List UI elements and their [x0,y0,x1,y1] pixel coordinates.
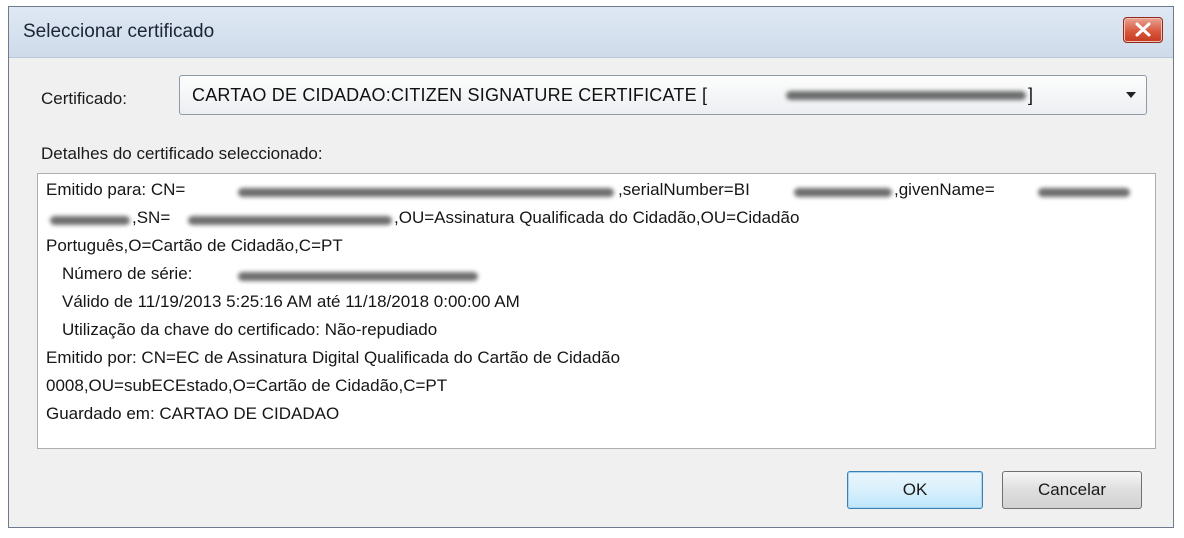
details-label: Detalhes do certificado seleccionado: [41,144,323,163]
issued-by-line-2: 0008,OU=subECEstado,O=Cartão de Cidadão,… [46,376,448,395]
redacted-certificate-id [786,91,1026,100]
serial-number-label: Número de série: [62,264,193,283]
cancel-button[interactable]: Cancelar [1002,471,1142,509]
close-button[interactable] [1123,17,1163,43]
issued-to-org: Português,O=Cartão de Cidadão,C=PT [46,236,343,255]
certificate-label: Certificado: [41,89,127,108]
redacted-surname [188,216,392,225]
issued-to-sn: ,SN= [132,208,171,227]
close-icon [1135,22,1151,37]
ok-button[interactable]: OK [847,471,983,509]
dialog-body: Certificado: CARTAO DE CIDADAO:CITIZEN S… [9,58,1173,527]
certificate-dropdown[interactable]: CARTAO DE CIDADAO:CITIZEN SIGNATURE CERT… [179,75,1147,115]
certificate-details-box[interactable]: Emitido para: CN= ,serialNumber=BI ,give… [37,173,1156,449]
key-usage-text: Utilização da chave do certificado: Não-… [62,320,438,339]
certificate-selected-value: CARTAO DE CIDADAO:CITIZEN SIGNATURE CERT… [192,85,708,105]
issued-to-ou: ,OU=Assinatura Qualificada do Cidadão,OU… [394,208,800,227]
window-title: Seleccionar certificado [23,21,215,42]
issued-to-given-name: ,givenName= [894,180,995,199]
certificate-value-suffix: ] [1028,85,1034,105]
select-certificate-dialog: Seleccionar certificado Certificado: CAR… [8,6,1174,528]
validity-text: Válido de 11/19/2013 5:25:16 AM até 11/1… [62,292,520,311]
title-bar: Seleccionar certificado [9,7,1173,58]
issued-to-prefix: Emitido para: CN= [46,180,186,199]
issued-to-serial: ,serialNumber=BI [618,180,750,199]
stored-in-text: Guardado em: CARTAO DE CIDADAO [46,404,340,423]
redacted-given-name-cont [50,216,130,225]
chevron-down-icon[interactable] [1126,92,1136,98]
redacted-common-name [238,188,614,197]
issued-by-line-1: Emitido por: CN=EC de Assinatura Digital… [46,348,621,367]
redacted-serial-number [238,272,478,281]
redacted-given-name [1038,188,1130,197]
redacted-serial [794,188,892,197]
